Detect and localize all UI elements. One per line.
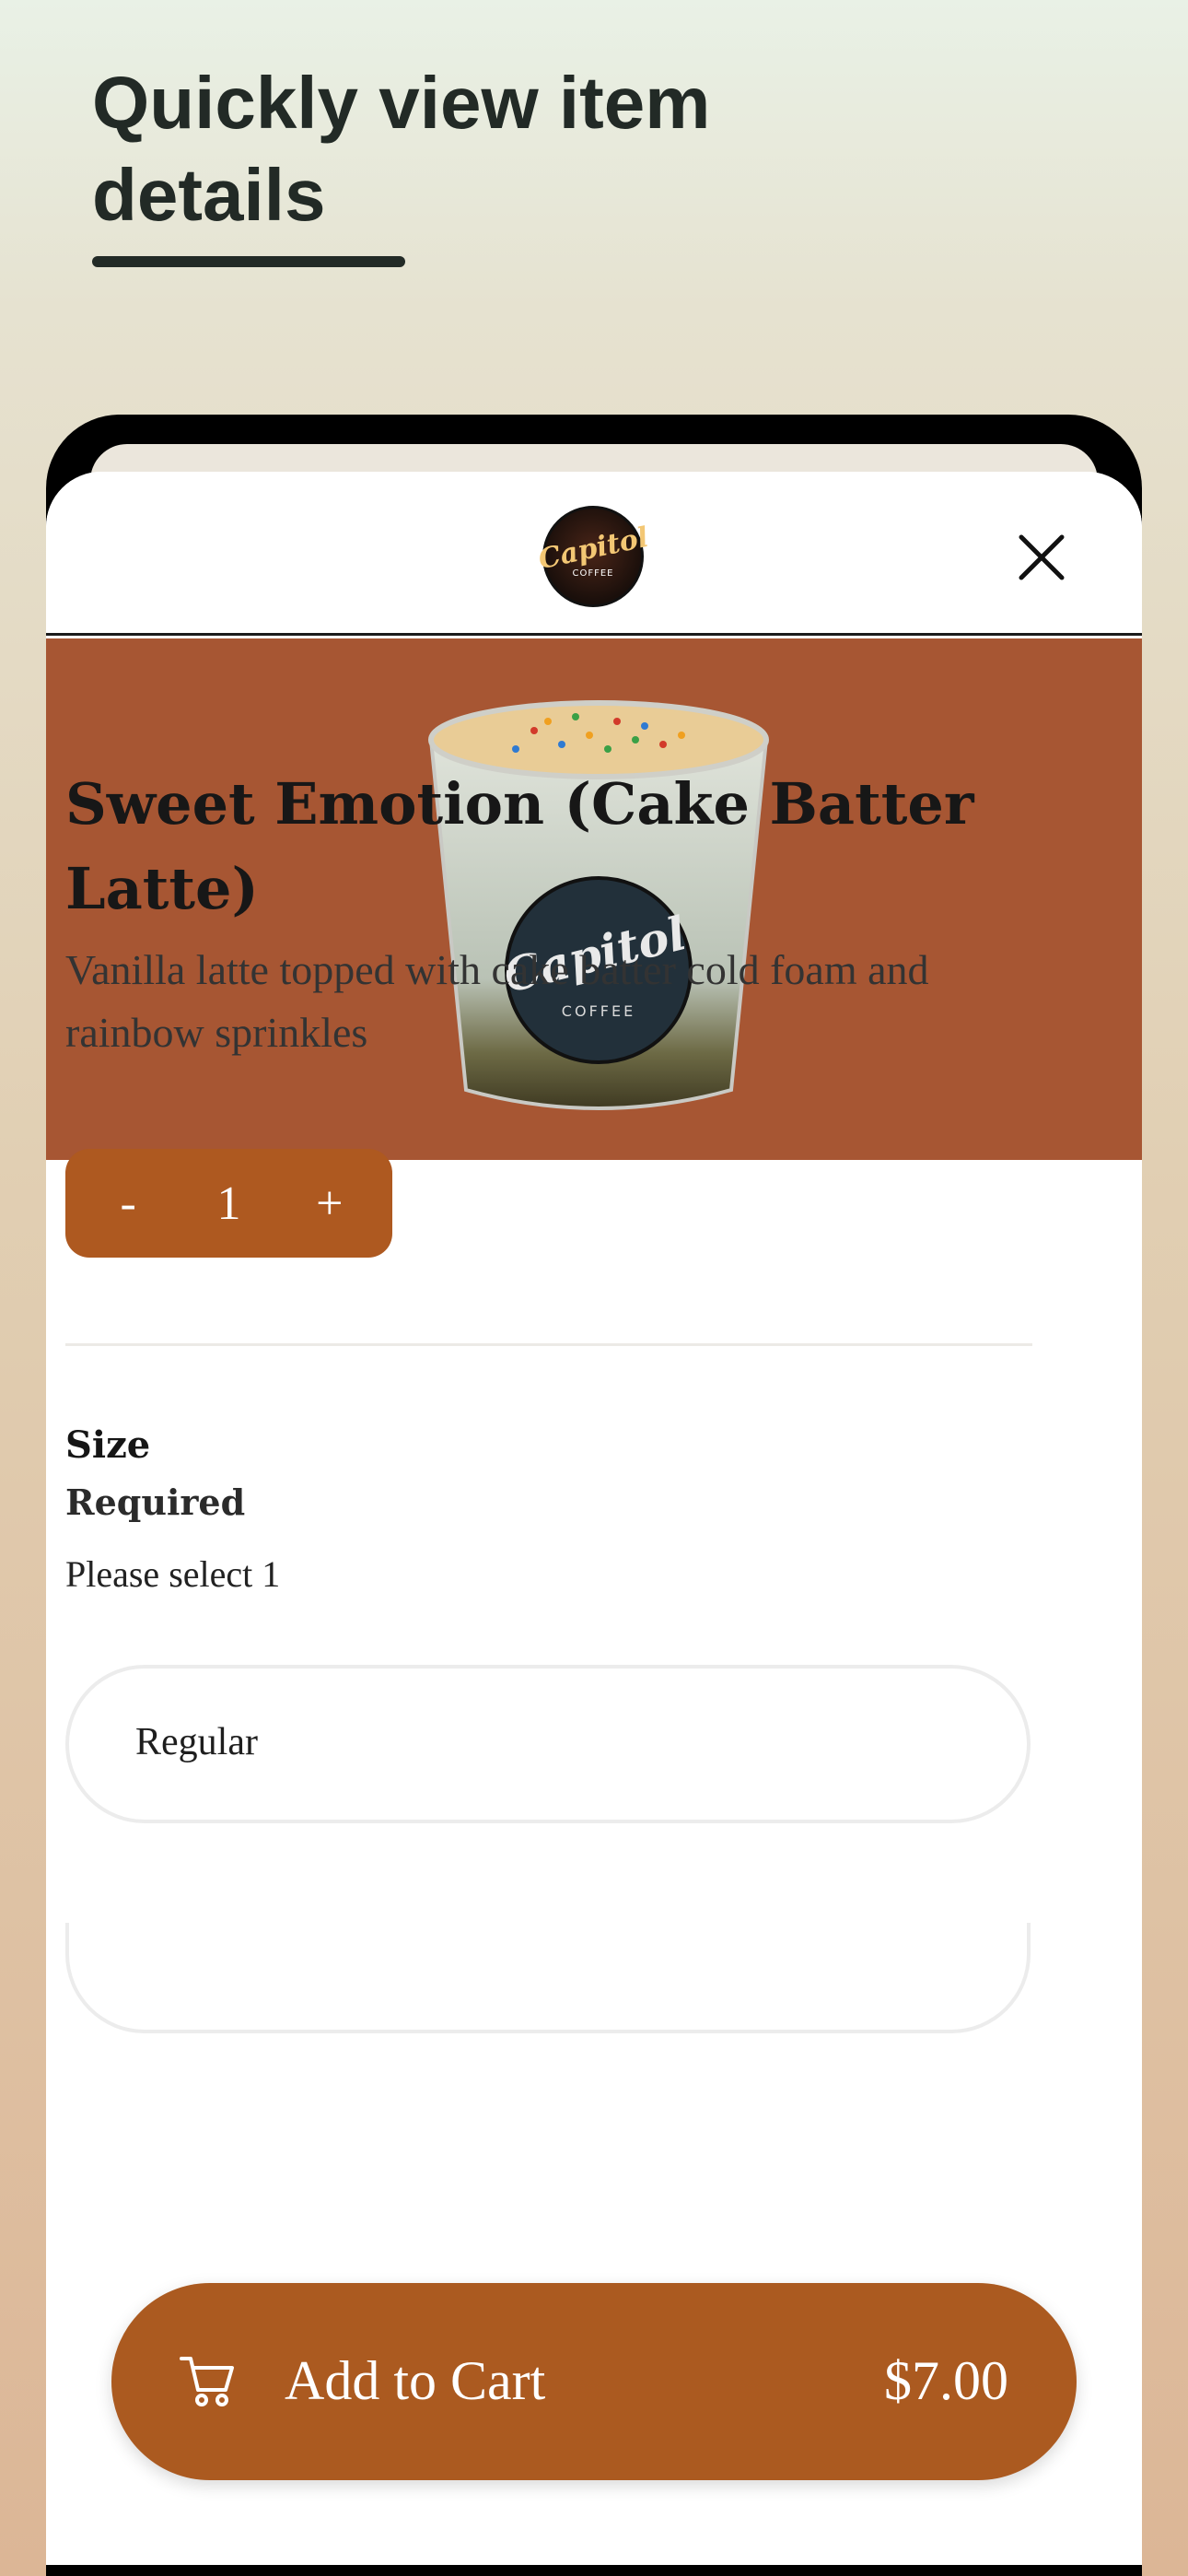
decrement-button[interactable]: - xyxy=(91,1177,165,1231)
promo-headline: Quickly view item details xyxy=(92,62,711,236)
selection-instruction: Please select 1 xyxy=(65,1553,281,1595)
sheet-header: Capitol COFFEE xyxy=(46,472,1142,636)
quantity-value: 1 xyxy=(216,1177,241,1230)
headline-underline xyxy=(92,256,405,267)
size-option-partial[interactable] xyxy=(65,1923,1031,2033)
product-description: Vanilla latte topped with cake batter co… xyxy=(65,946,929,1056)
close-icon[interactable] xyxy=(1016,532,1067,583)
option-label: Regular xyxy=(135,1721,258,1763)
quantity-stepper: - 1 + xyxy=(65,1149,392,1258)
cart-price: $7.00 xyxy=(884,2350,1008,2411)
cart-icon xyxy=(180,2357,234,2406)
product-title: Sweet Emotion (Cake Batter Latte) xyxy=(65,770,974,922)
divider xyxy=(65,1343,1032,1346)
add-to-cart-button[interactable]: Add to Cart $7.00 xyxy=(111,2283,1077,2480)
required-label: Required xyxy=(65,1481,246,1523)
add-to-cart-label: Add to Cart xyxy=(285,2350,546,2411)
size-option-regular[interactable]: Regular xyxy=(65,1665,1031,1823)
option-group-title: Size xyxy=(65,1423,151,1467)
brand-logo: Capitol COFFEE xyxy=(535,506,651,607)
increment-button[interactable]: + xyxy=(293,1177,367,1231)
